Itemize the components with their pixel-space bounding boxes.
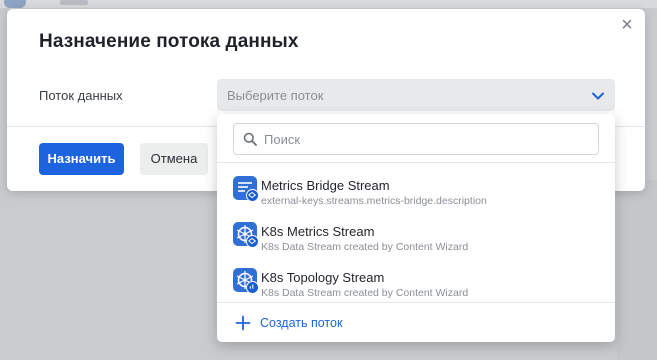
- dropdown-divider: [217, 162, 615, 163]
- item-title: K8s Topology Stream: [261, 270, 385, 285]
- search-box[interactable]: [233, 123, 599, 155]
- list-item-k8s-topology-stream[interactable]: K8s Topology Stream K8s Data Stream crea…: [217, 260, 615, 306]
- chevron-down-icon: [592, 92, 604, 100]
- stream-field-label: Поток данных: [39, 88, 123, 103]
- create-stream-label: Создать поток: [260, 316, 343, 330]
- modal-title: Назначение потока данных: [39, 31, 299, 52]
- kubernetes-icon: [233, 268, 259, 294]
- kubernetes-icon: [233, 222, 259, 248]
- stream-badge-icon: [246, 235, 259, 248]
- background-avatar: [4, 0, 26, 8]
- stream-select-placeholder: Выберите поток: [227, 88, 324, 103]
- item-title: Metrics Bridge Stream: [261, 178, 390, 193]
- list-item-k8s-metrics-stream[interactable]: K8s Metrics Stream K8s Data Stream creat…: [217, 214, 615, 260]
- stream-dropdown: Metrics Bridge Stream external-keys.stre…: [217, 114, 615, 342]
- item-title: K8s Metrics Stream: [261, 224, 375, 239]
- plus-icon: [235, 315, 251, 331]
- dropdown-divider: [217, 302, 615, 303]
- list-item-metrics-bridge-stream[interactable]: Metrics Bridge Stream external-keys.stre…: [217, 168, 615, 214]
- background-header: [0, 0, 657, 8]
- item-description: external-keys.streams.metrics-bridge.des…: [261, 195, 487, 207]
- item-description: K8s Data Stream created by Content Wizar…: [261, 241, 469, 253]
- close-icon[interactable]: ×: [617, 15, 637, 35]
- stream-badge-icon: [246, 281, 259, 294]
- search-input[interactable]: [264, 124, 584, 154]
- search-icon: [243, 132, 257, 146]
- item-description: K8s Data Stream created by Content Wizar…: [261, 287, 469, 299]
- stream-badge-icon: [246, 189, 259, 202]
- background-bar: [60, 0, 88, 5]
- metrics-bridge-icon: [233, 176, 259, 202]
- cancel-button[interactable]: Отмена: [140, 143, 208, 175]
- stream-select[interactable]: Выберите поток: [217, 79, 615, 111]
- assign-button[interactable]: Назначить: [39, 143, 124, 175]
- background-panel: [617, 180, 657, 360]
